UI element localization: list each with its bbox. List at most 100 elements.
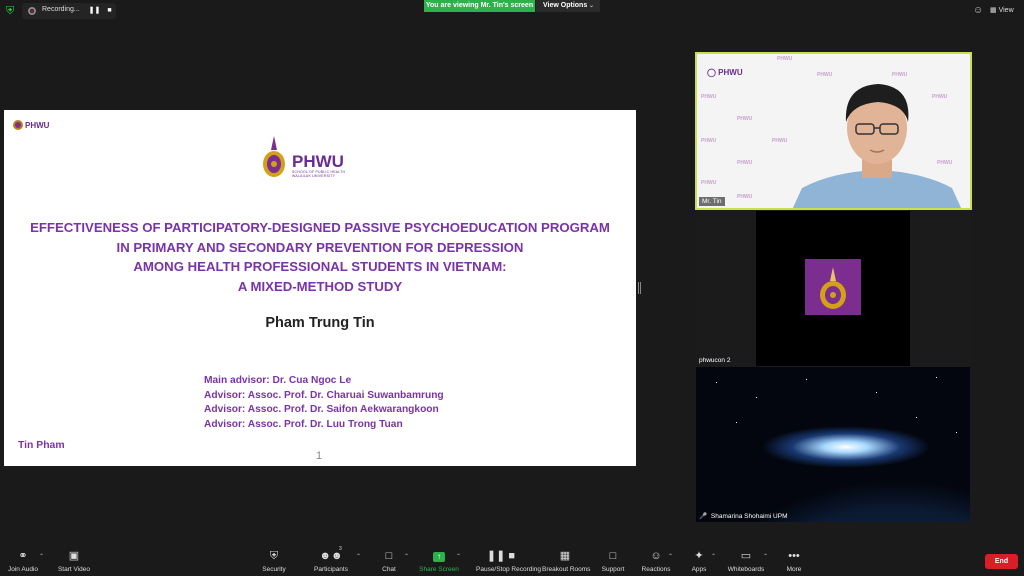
- phwu-emblem-icon: [263, 136, 285, 177]
- grid-icon: ▦: [559, 550, 571, 562]
- logo-subtitle-2: WALAILAK UNIVERSITY: [292, 174, 336, 178]
- support-button[interactable]: □ Support: [601, 544, 625, 576]
- chat-button[interactable]: □ Chat: [378, 544, 400, 576]
- participant-name: Mr. Tin: [699, 197, 725, 206]
- advisor-list: Main advisor: Dr. Cua Ngoc Le Advisor: A…: [204, 374, 444, 432]
- video-tile-mr-tin[interactable]: ◯ PHWU PHWU PHWU PHWU PHWU PHWU PHWU PHW…: [695, 52, 972, 210]
- support-label: Support: [601, 566, 625, 573]
- advisor-line: Advisor: Assoc. Prof. Dr. Charuai Suwanb…: [204, 389, 444, 401]
- recording-icon: [28, 7, 36, 15]
- phwu-logo-small: PHWU: [13, 120, 50, 130]
- apps-icon: ✦: [694, 550, 704, 562]
- recording-indicator: Recording... ❚❚ ■: [22, 3, 116, 19]
- join-audio-label: Join Audio: [8, 566, 38, 573]
- advisor-line: Advisor: Assoc. Prof. Dr. Luu Trong Tuan: [204, 418, 403, 430]
- security-label: Security: [262, 566, 286, 573]
- reactions-button[interactable]: ☺ Reactions: [642, 544, 671, 576]
- view-label: View: [998, 7, 1014, 14]
- background-logo: PHWU: [701, 94, 717, 100]
- title-line: IN PRIMARY AND SECONDARY PREVENTION FOR …: [116, 239, 524, 255]
- advisor-line: Main advisor: Dr. Cua Ngoc Le: [204, 375, 352, 386]
- security-button[interactable]: ⛨ Security: [262, 544, 286, 576]
- background-logo: PHWU: [701, 138, 717, 144]
- support-icon: □: [609, 550, 617, 562]
- participant-name: phwucon 2: [699, 357, 731, 364]
- apps-options-chevron[interactable]: ⌃: [711, 553, 716, 560]
- background-logo: PHWU: [737, 116, 753, 122]
- advisor-line: Advisor: Assoc. Prof. Dr. Saifon Aekwara…: [204, 404, 439, 416]
- shield-icon: ⛨: [269, 550, 279, 562]
- pause-stop-recording-label: Pause/Stop Recording: [476, 566, 542, 573]
- apps-label: Apps: [691, 566, 707, 573]
- whiteboard-icon: ▭: [740, 550, 752, 562]
- pause-stop-recording-button[interactable]: ❚❚ ■ Pause/Stop Recording: [476, 544, 541, 576]
- whiteboards-button[interactable]: ▭ Whiteboards: [728, 544, 765, 576]
- viewing-banner: You are viewing Mr. Tin's screen: [424, 0, 535, 12]
- view-options-button[interactable]: View Options ⌄: [536, 0, 600, 12]
- apps-button[interactable]: ✦ Apps: [688, 544, 710, 576]
- more-button[interactable]: ••• More: [783, 544, 805, 576]
- background-logo: ◯ PHWU: [707, 68, 743, 77]
- start-video-button[interactable]: ▣ Start Video: [58, 544, 90, 576]
- start-video-label: Start Video: [57, 566, 91, 573]
- top-bar: ⛨ Recording... ❚❚ ■ You are viewing Mr. …: [0, 0, 1024, 22]
- svg-text:PHWU: PHWU: [25, 121, 50, 130]
- phwu-logo-text: PHWU: [292, 152, 344, 171]
- reactions-label: Reactions: [641, 566, 671, 573]
- view-button[interactable]: ▦ View: [990, 4, 1020, 18]
- background-logo: PHWU: [777, 56, 793, 62]
- shield-icon[interactable]: ⛨: [6, 5, 16, 17]
- video-off-icon: ▣: [68, 550, 80, 562]
- chat-label: Chat: [382, 566, 396, 573]
- video-tile-shamarina[interactable]: 🎤 Shamarina Shohaimi UPM: [696, 367, 970, 522]
- phwu-emblem-icon: [820, 267, 846, 309]
- title-line: EFFECTIVENESS OF PARTICIPATORY-DESIGNED …: [30, 220, 610, 235]
- participants-label: Participants: [314, 566, 348, 573]
- view-options-label: View Options: [543, 2, 588, 9]
- video-area: [756, 211, 910, 366]
- meeting-toolbar: ⚭ Join Audio ⌃ ▣ Start Video ⛨ Security …: [0, 544, 1024, 576]
- background-logo: PHWU: [737, 194, 753, 200]
- share-screen-button[interactable]: ↑ Share Screen: [419, 544, 459, 576]
- background-logo: PHWU: [701, 180, 717, 186]
- participants-count: 3: [339, 546, 342, 552]
- smiley-icon: ☺: [650, 550, 662, 562]
- chat-icon: □: [385, 550, 393, 562]
- participants-button[interactable]: ☻☻ 3 Participants: [314, 544, 348, 576]
- person-icon[interactable]: ☺: [973, 5, 983, 16]
- whiteboards-label: Whiteboards: [727, 566, 765, 573]
- speaker-video: [792, 84, 962, 208]
- more-label: More: [786, 566, 802, 573]
- recording-label: Recording...: [42, 6, 80, 13]
- participant-name-label: Shamarina Shohaimi UPM: [710, 513, 788, 520]
- participants-options-chevron[interactable]: ⌃: [356, 553, 361, 560]
- share-screen-label: Share Screen: [419, 566, 459, 573]
- stop-recording-button[interactable]: ■: [103, 5, 116, 17]
- share-screen-icon: ↑: [426, 549, 452, 563]
- chevron-down-icon: ⌄: [588, 3, 594, 9]
- slide-title: EFFECTIVENESS OF PARTICIPATORY-DESIGNED …: [14, 218, 626, 296]
- pause-stop-icon: ❚❚ ■: [486, 550, 516, 562]
- end-meeting-button[interactable]: End: [985, 554, 1018, 569]
- slide-footer-name: Tin Pham: [18, 440, 65, 451]
- chat-options-chevron[interactable]: ⌃: [404, 553, 409, 560]
- share-options-chevron[interactable]: ⌃: [456, 553, 461, 560]
- profile-picture: [805, 259, 861, 315]
- slide-page-number: 1: [316, 450, 323, 462]
- background-logo: PHWU: [737, 160, 753, 166]
- title-line: AMONG HEALTH PROFESSIONAL STUDENTS IN VI…: [133, 259, 507, 274]
- reactions-options-chevron[interactable]: ⌃: [668, 553, 673, 560]
- join-audio-button[interactable]: ⚭ Join Audio: [8, 544, 38, 576]
- video-tile-phwucon-2[interactable]: phwucon 2: [696, 211, 970, 366]
- breakout-rooms-button[interactable]: ▦ Breakout Rooms: [542, 544, 590, 576]
- headphones-icon: ⚭: [18, 550, 28, 562]
- whiteboards-options-chevron[interactable]: ⌃: [763, 553, 768, 560]
- pause-recording-button[interactable]: ❚❚: [88, 5, 101, 17]
- grid-icon: ▦: [990, 7, 997, 14]
- audio-options-chevron[interactable]: ⌃: [39, 553, 44, 560]
- title-line: A MIXED-METHOD STUDY: [237, 278, 403, 294]
- participant-name: 🎤 Shamarina Shohaimi UPM: [699, 512, 788, 520]
- mic-muted-icon: 🎤: [699, 513, 708, 520]
- breakout-rooms-label: Breakout Rooms: [542, 566, 591, 573]
- panel-resize-handle[interactable]: [638, 282, 641, 294]
